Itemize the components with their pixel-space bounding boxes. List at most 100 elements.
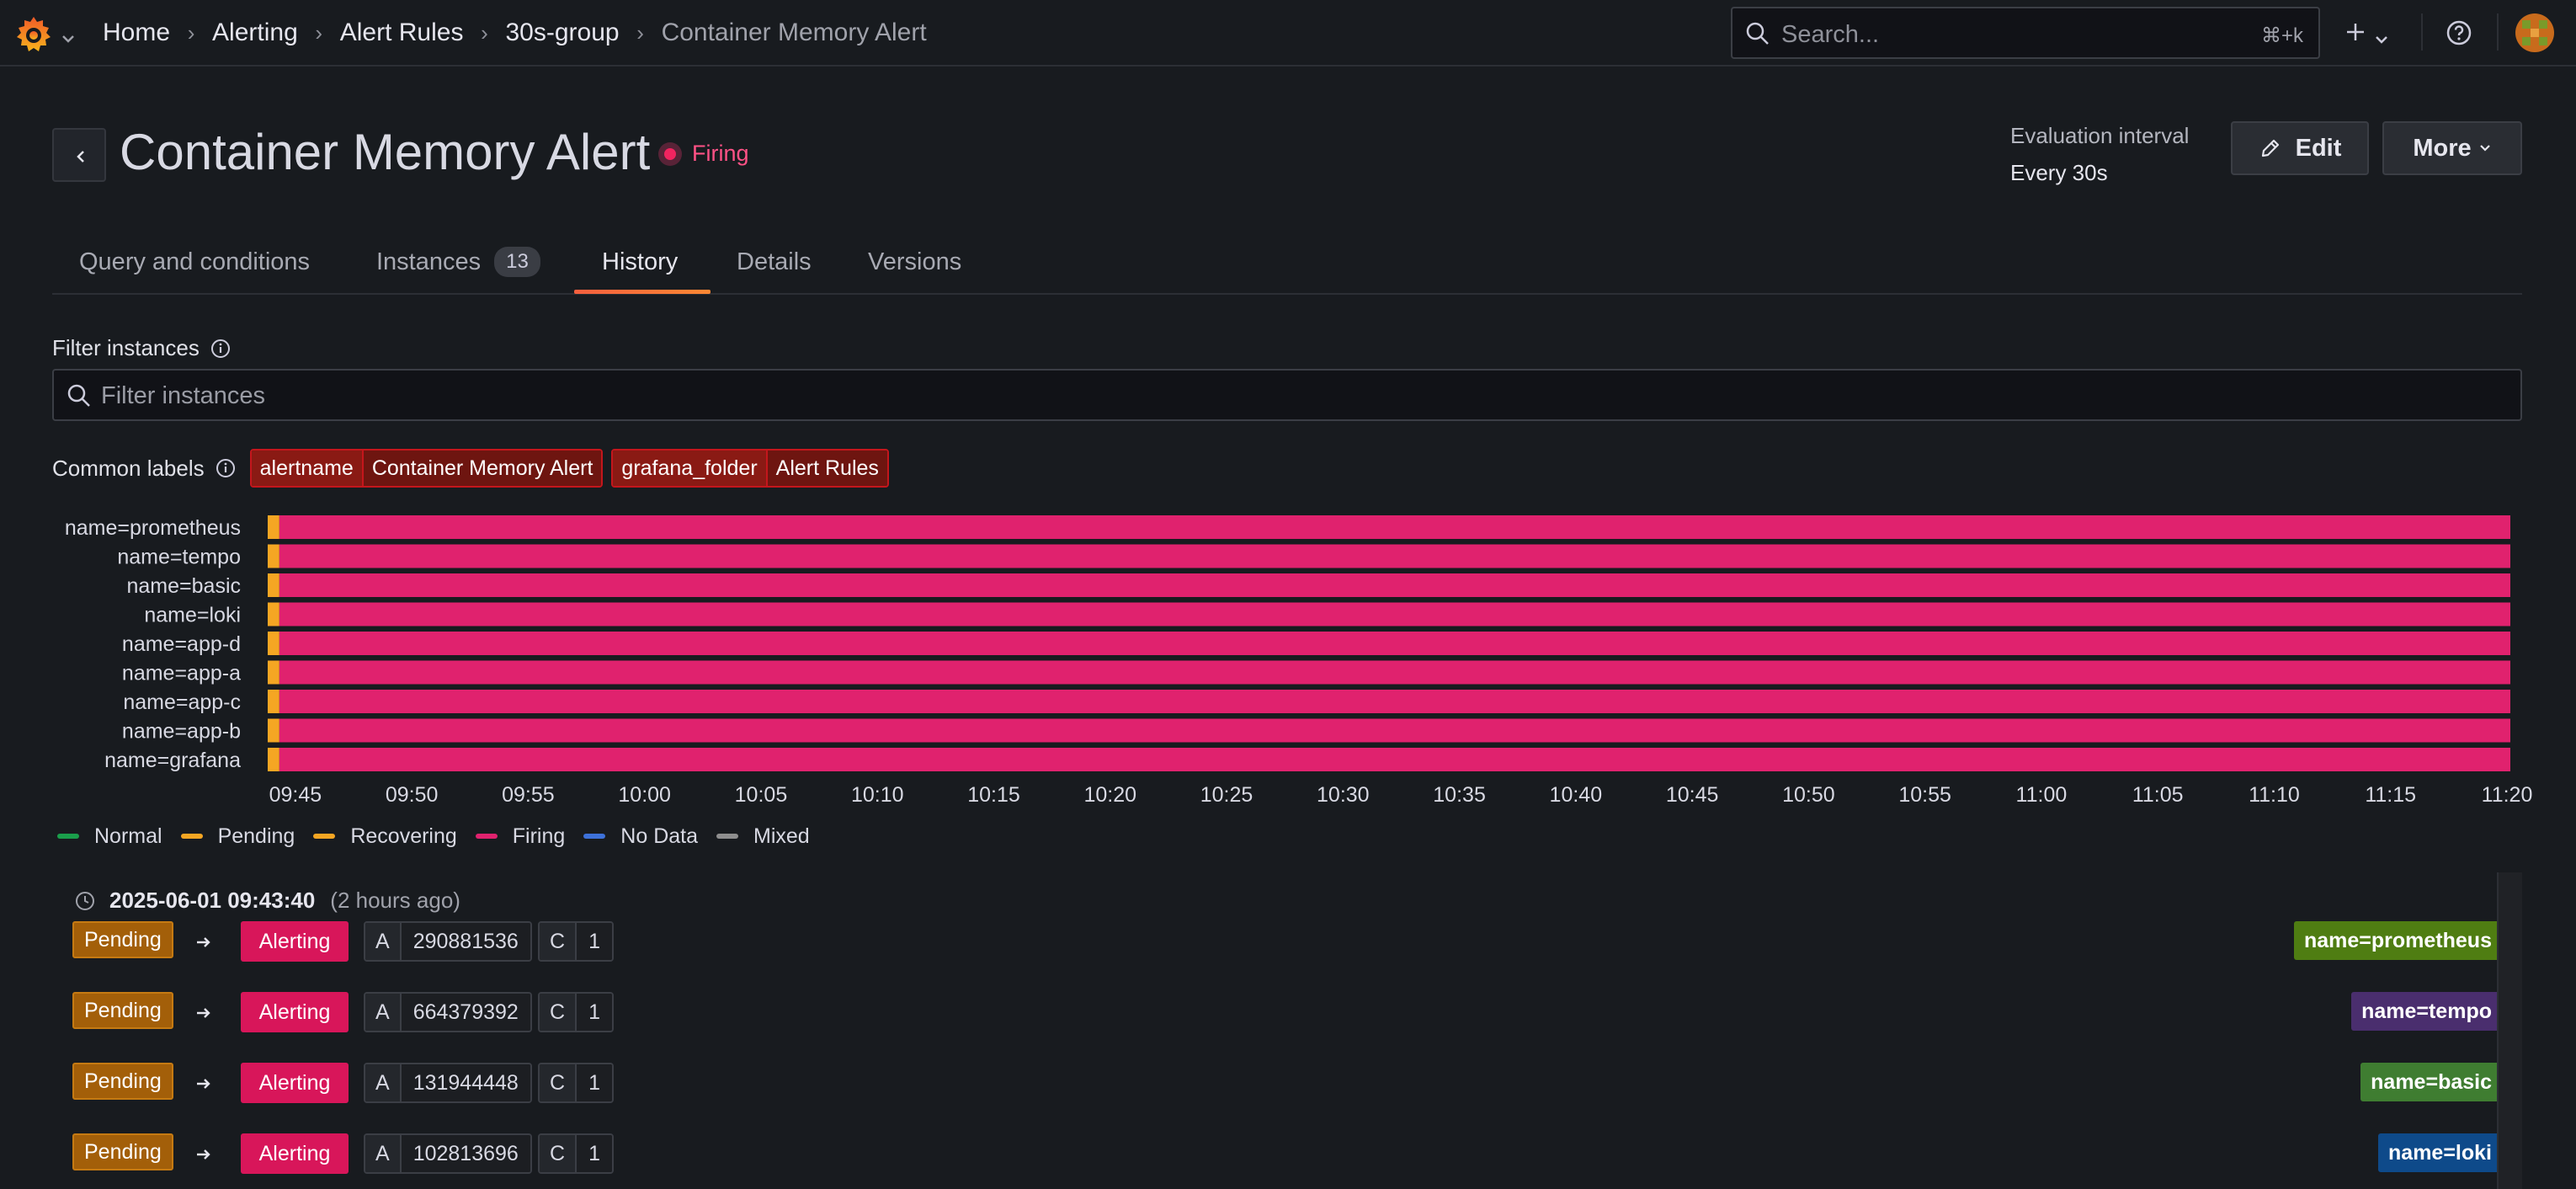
- timeline-svg: name=prometheus name=tempo name=basic name=…: [65, 515, 2532, 807]
- timeline-x-tick-label: 10:25: [1200, 783, 1253, 807]
- value-number: 1: [577, 1064, 612, 1101]
- search-icon: [1746, 22, 1769, 45]
- search-icon: [67, 384, 90, 407]
- breadcrumb-alert-rules[interactable]: Alert Rules: [340, 19, 464, 47]
- chevron-left-icon: [77, 151, 84, 163]
- edit-button[interactable]: Edit: [2231, 121, 2369, 175]
- legend-item[interactable]: Mixed: [716, 824, 810, 849]
- grafana-logo-icon[interactable]: [13, 13, 54, 54]
- timeline-x-tick-label: 09:50: [386, 783, 439, 807]
- more-button[interactable]: More: [2382, 121, 2522, 175]
- tab-versions[interactable]: Versions: [868, 229, 961, 295]
- filter-instances-input[interactable]: Filter instances: [52, 369, 2522, 421]
- chevron-right-icon: ›: [481, 19, 488, 45]
- timeline-segment-firing[interactable]: [279, 515, 2511, 539]
- timeline-segment-firing[interactable]: [279, 690, 2511, 713]
- timeline-segment-firing[interactable]: [279, 660, 2511, 685]
- new-plus-icon[interactable]: [2342, 17, 2369, 47]
- instance-label-badge[interactable]: name=basic: [2360, 1063, 2502, 1101]
- legend-item[interactable]: No Data: [583, 824, 698, 849]
- info-icon[interactable]: [215, 457, 237, 479]
- timeline-segment-firing[interactable]: [279, 602, 2511, 626]
- info-icon[interactable]: [210, 338, 232, 360]
- user-avatar[interactable]: [2515, 13, 2554, 52]
- timeline-segment-pending[interactable]: [268, 573, 279, 597]
- timeline-segment-pending[interactable]: [268, 602, 279, 626]
- condition-value-c: C1: [538, 1063, 614, 1103]
- legend-swatch: [716, 834, 739, 839]
- firing-dot-icon: [658, 141, 682, 166]
- legend-swatch: [313, 834, 336, 839]
- history-timestamp-ago: (2 hours ago): [330, 888, 460, 913]
- timeline-segment-firing[interactable]: [279, 544, 2511, 568]
- tab-query-and-conditions[interactable]: Query and conditions: [79, 229, 310, 295]
- value-number: 1: [577, 923, 612, 960]
- new-menu-chevron-icon[interactable]: [2374, 25, 2389, 44]
- timeline-segment-pending[interactable]: [268, 690, 279, 713]
- value-key: A: [365, 1135, 402, 1172]
- page-title: Container Memory Alert: [120, 124, 651, 180]
- timeline-row-label: name=loki: [144, 604, 241, 627]
- timeline-x-tick-label: 09:45: [269, 783, 322, 807]
- breadcrumb-group[interactable]: 30s-group: [505, 19, 619, 47]
- breadcrumb-current: Container Memory Alert: [661, 19, 927, 46]
- timeline-x-tick-label: 10:05: [735, 783, 788, 807]
- home-menu-chevron-icon[interactable]: [61, 25, 76, 43]
- timeline-segment-pending[interactable]: [268, 660, 279, 685]
- history-row[interactable]: Pending Alerting A 664379392 C 1 name=tempo: [72, 992, 2502, 1032]
- value-key: C: [540, 1064, 577, 1101]
- evaluation-interval-value: Every 30s: [2010, 160, 2108, 185]
- back-button[interactable]: [52, 128, 106, 182]
- tab-label: Query and conditions: [79, 248, 311, 275]
- instance-label-badge[interactable]: name=tempo: [2351, 992, 2502, 1031]
- help-icon[interactable]: [2445, 19, 2473, 47]
- history-scrollbar[interactable]: [2497, 872, 2522, 1189]
- timeline-segment-pending[interactable]: [268, 748, 279, 771]
- breadcrumb-alerting[interactable]: Alerting: [212, 19, 298, 47]
- instance-label-badge[interactable]: name=prometheus: [2294, 921, 2502, 960]
- label-key: grafana_folder: [613, 451, 768, 486]
- condition-value-c: C1: [538, 921, 614, 962]
- value-number: 1: [577, 994, 612, 1031]
- history-row[interactable]: Pending Alerting A 131944448 C 1 name=basic: [72, 1063, 2502, 1103]
- search-bar[interactable]: Search... ⌘+k: [1731, 7, 2320, 59]
- history-row[interactable]: Pending Alerting A 102813696 C 1 name=loki: [72, 1133, 2502, 1174]
- value-number: 290881536: [401, 923, 530, 960]
- timeline-segment-firing[interactable]: [279, 748, 2511, 771]
- history-row[interactable]: Pending Alerting A 290881536 C 1 name=promethe…: [72, 921, 2502, 962]
- query-value-a: A 664379392: [364, 992, 532, 1032]
- timeline-x-tick-label: 10:30: [1317, 783, 1370, 807]
- tab-details[interactable]: Details: [737, 229, 812, 295]
- timeline-x-tick-label: 10:35: [1433, 783, 1486, 807]
- arrow-right-icon: [194, 1144, 214, 1170]
- timeline-row-label: name=prometheus: [65, 516, 241, 540]
- timeline-segment-firing[interactable]: [279, 718, 2511, 743]
- legend-item[interactable]: Recovering: [313, 824, 457, 849]
- chevron-down-icon: [2479, 145, 2490, 152]
- timeline-row-label: name=grafana: [104, 749, 241, 772]
- state-timeline-chart: name=prometheus name=tempo name=basic name=…: [0, 505, 2576, 817]
- timeline-x-tick-label: 10:20: [1083, 783, 1136, 807]
- tab-history[interactable]: History: [602, 229, 678, 295]
- breadcrumb-home[interactable]: Home: [103, 19, 170, 47]
- to-state-badge: Alerting: [241, 1133, 349, 1174]
- value-key: C: [540, 994, 577, 1031]
- label-grafana-folder: grafana_folder Alert Rules: [611, 449, 889, 488]
- timeline-segment-pending[interactable]: [268, 718, 279, 743]
- to-state-badge: Alerting: [241, 1063, 349, 1103]
- timeline-segment-firing[interactable]: [279, 573, 2511, 597]
- timeline-segment-pending[interactable]: [268, 515, 279, 539]
- timeline-segment-firing[interactable]: [279, 632, 2511, 655]
- tab-instances[interactable]: Instances 13: [376, 229, 540, 295]
- legend-item[interactable]: Firing: [475, 824, 565, 849]
- value-key: A: [365, 994, 402, 1031]
- legend-item[interactable]: Pending: [180, 824, 295, 849]
- search-shortcut: ⌘+k: [2260, 24, 2303, 47]
- timeline-segment-pending[interactable]: [268, 632, 279, 655]
- chevron-right-icon: ›: [315, 19, 323, 45]
- instance-label-badge[interactable]: name=loki: [2378, 1133, 2502, 1172]
- legend-item[interactable]: Normal: [57, 824, 162, 849]
- timeline-x-tick-label: 10:45: [1666, 783, 1719, 807]
- timeline-segment-pending[interactable]: [268, 544, 279, 568]
- timeline-x-tick-label: 11:10: [2249, 783, 2300, 807]
